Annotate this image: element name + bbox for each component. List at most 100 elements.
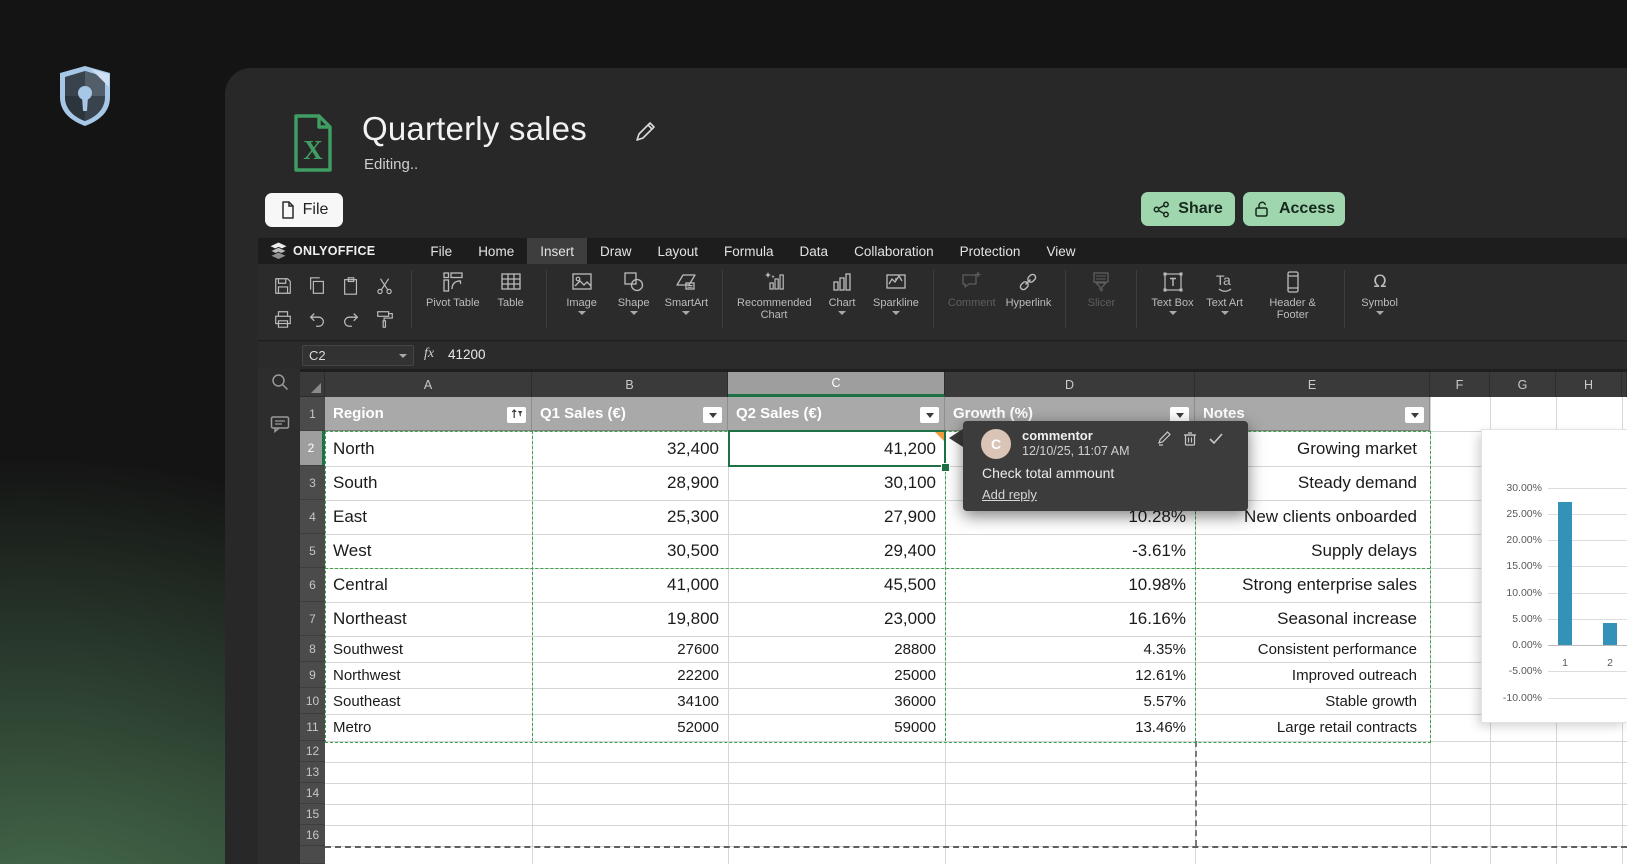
save-icon[interactable]	[273, 276, 293, 296]
col-header-H[interactable]: H	[1556, 372, 1622, 397]
text-box-button[interactable]: Text Box	[1146, 264, 1198, 315]
filter-button[interactable]	[703, 407, 722, 423]
col-header-G[interactable]: G	[1490, 372, 1556, 397]
image-icon	[570, 270, 594, 294]
row-header-2[interactable]: 2	[300, 431, 325, 466]
filter-button[interactable]	[920, 407, 939, 423]
redo-icon[interactable]	[341, 309, 361, 329]
paste-icon[interactable]	[341, 276, 361, 296]
pivot-table-button[interactable]: Pivot Table	[421, 264, 485, 309]
text-box-icon	[1161, 270, 1185, 294]
tab-insert[interactable]: Insert	[527, 238, 587, 264]
header-footer-icon	[1281, 270, 1305, 294]
symbol-button[interactable]: Ω Symbol	[1354, 264, 1406, 315]
row-header-14[interactable]: 14	[300, 783, 325, 804]
tab-view[interactable]: View	[1033, 238, 1088, 264]
rename-pencil-icon[interactable]	[633, 120, 657, 144]
hyperlink-icon	[1016, 270, 1040, 294]
copy-icon[interactable]	[307, 276, 327, 296]
toolbar-separator	[1136, 270, 1137, 328]
add-reply-link[interactable]: Add reply	[982, 487, 1037, 502]
resolve-comment-check-icon[interactable]	[1208, 431, 1224, 446]
row-header-9[interactable]: 9	[300, 662, 325, 688]
row-header-8[interactable]: 8	[300, 636, 325, 662]
tab-layout[interactable]: Layout	[644, 238, 711, 264]
formula-input[interactable]: 41200	[448, 347, 486, 362]
fill-handle[interactable]	[941, 463, 950, 472]
row-header-15[interactable]: 15	[300, 804, 325, 825]
table-button[interactable]: Table	[485, 264, 537, 309]
text-art-button[interactable]: Ta Text Art	[1199, 264, 1251, 315]
row-header-4[interactable]: 4	[300, 500, 325, 534]
tab-home[interactable]: Home	[465, 238, 527, 264]
range-divider	[532, 431, 533, 741]
row-header-1[interactable]: 1	[300, 397, 325, 431]
tab-data[interactable]: Data	[787, 238, 842, 264]
chart-button[interactable]: Chart	[816, 264, 868, 315]
tab-formula[interactable]: Formula	[711, 238, 787, 264]
edit-comment-pencil-icon[interactable]	[1157, 431, 1172, 446]
chart-y-tick: 25.00%	[1490, 508, 1542, 520]
comment-marker-icon[interactable]	[935, 432, 944, 441]
filter-button[interactable]	[1405, 407, 1424, 423]
gridline-h	[325, 783, 1627, 784]
col-header-stub[interactable]	[1622, 372, 1627, 397]
embedded-bar-chart[interactable]: 30.00%25.00%20.00%15.00%10.00%5.00%0.00%…	[1482, 430, 1627, 722]
row-header-12[interactable]: 12	[300, 741, 325, 762]
tab-protection[interactable]: Protection	[947, 238, 1034, 264]
file-button[interactable]: File	[265, 193, 343, 227]
chart-bar-1	[1558, 502, 1572, 645]
col-header-A[interactable]: A	[325, 372, 532, 397]
toolbar-quick-icons	[266, 264, 402, 335]
fx-label: fx	[424, 346, 434, 362]
row-header-13[interactable]: 13	[300, 762, 325, 783]
smartart-button[interactable]: SmartArt	[660, 264, 713, 315]
comments-panel-icon[interactable]	[270, 414, 290, 434]
chart-y-tick: 0.00%	[1490, 639, 1542, 651]
col-header-E[interactable]: E	[1195, 372, 1430, 397]
row-header-3[interactable]: 3	[300, 466, 325, 500]
search-icon[interactable]	[270, 372, 290, 392]
chart-range-outline	[325, 431, 1431, 743]
table-header-q1-sales-[interactable]: Q1 Sales (€)	[532, 397, 728, 431]
recommended-chart-button[interactable]: Recommended Chart	[732, 264, 816, 322]
table-header-q2-sales-[interactable]: Q2 Sales (€)	[728, 397, 945, 431]
row-header-6[interactable]: 6	[300, 568, 325, 602]
col-header-B[interactable]: B	[532, 372, 728, 397]
col-header-F[interactable]: F	[1430, 372, 1490, 397]
chart-label: Chart	[829, 297, 856, 309]
header-footer-button[interactable]: Header & Footer	[1251, 264, 1335, 322]
cut-icon[interactable]	[375, 276, 395, 296]
row-header-5[interactable]: 5	[300, 534, 325, 568]
tab-draw[interactable]: Draw	[587, 238, 645, 264]
toolbar-separator	[933, 270, 934, 328]
undo-icon[interactable]	[307, 309, 327, 329]
row-header-7[interactable]: 7	[300, 602, 325, 636]
slicer-icon	[1089, 270, 1113, 294]
row-header-10[interactable]: 10	[300, 688, 325, 714]
table-header-region[interactable]: Region	[325, 397, 532, 431]
shape-button[interactable]: Shape	[608, 264, 660, 315]
sparkline-button[interactable]: Sparkline	[868, 264, 924, 315]
image-button[interactable]: Image	[556, 264, 608, 315]
shape-label: Shape	[618, 297, 650, 309]
tab-file[interactable]: File	[417, 238, 465, 264]
share-button[interactable]: Share	[1141, 192, 1235, 226]
symbol-omega-icon: Ω	[1368, 270, 1392, 294]
menu-tabs: FileHomeInsertDrawLayoutFormulaDataColla…	[417, 238, 1088, 264]
row-header-16[interactable]: 16	[300, 825, 325, 846]
select-all-corner[interactable]	[300, 372, 325, 397]
print-icon[interactable]	[273, 309, 293, 329]
row-header-11[interactable]: 11	[300, 714, 325, 741]
cell-name-box[interactable]: C2	[302, 345, 414, 366]
col-header-D[interactable]: D	[945, 372, 1195, 397]
format-painter-icon[interactable]	[375, 309, 395, 329]
header-footer-label: Header & Footer	[1256, 297, 1330, 322]
sort-filter-button[interactable]	[507, 407, 526, 423]
delete-comment-trash-icon[interactable]	[1183, 431, 1197, 446]
col-header-C[interactable]: C	[728, 372, 945, 397]
row-header-stub	[300, 846, 325, 864]
tab-collaboration[interactable]: Collaboration	[841, 238, 947, 264]
hyperlink-button[interactable]: Hyperlink	[1001, 264, 1057, 309]
access-button[interactable]: Access	[1243, 192, 1345, 226]
